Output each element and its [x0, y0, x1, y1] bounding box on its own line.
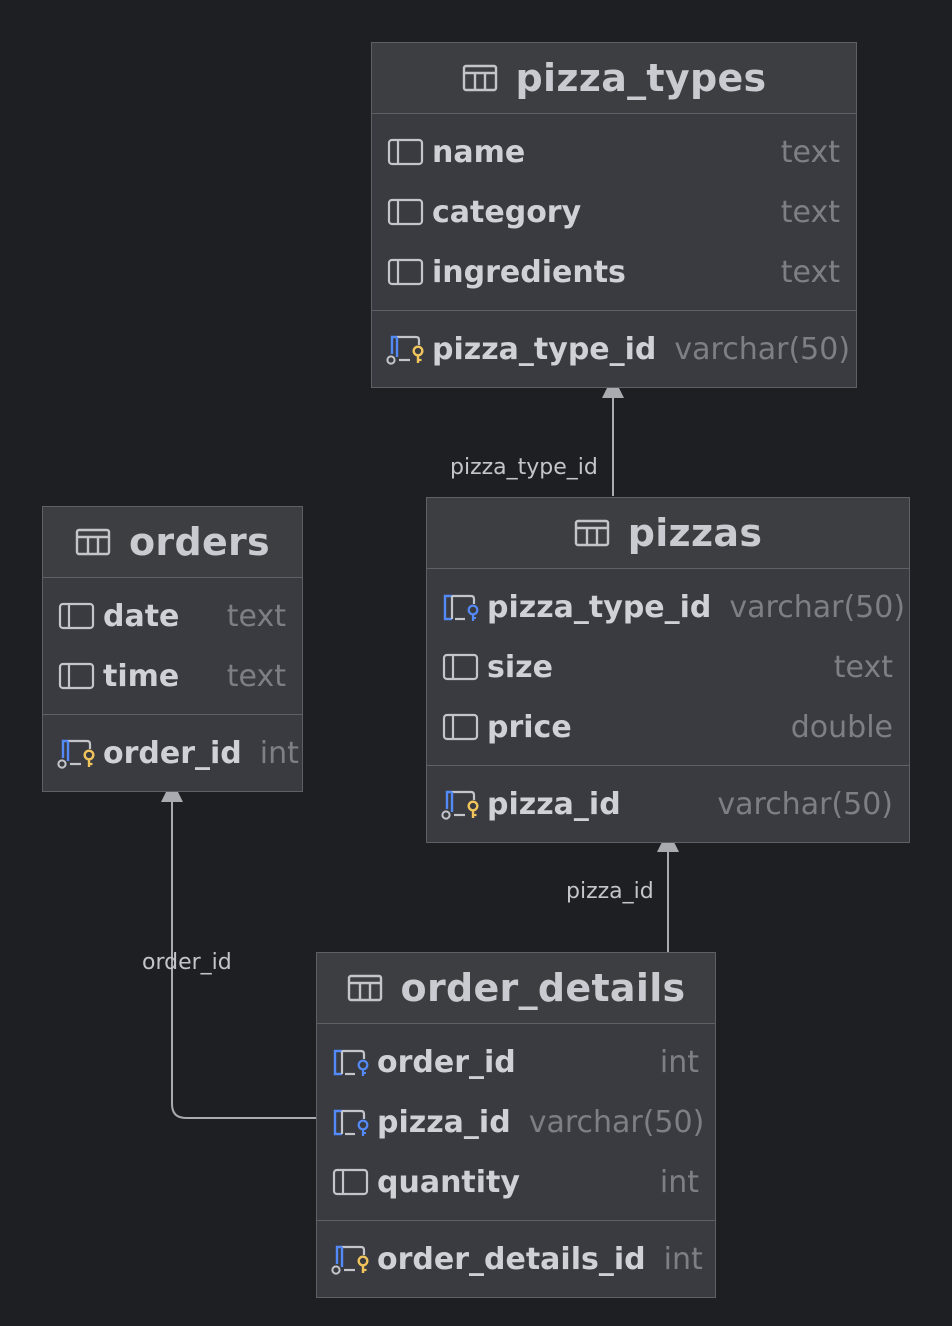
column-row-pizza-id[interactable]: pizza_id varchar(50): [317, 1092, 715, 1152]
table-orders[interactable]: orders date text time text order_id int: [42, 506, 303, 792]
column-type: varchar(50): [729, 589, 906, 625]
column-name: date: [103, 598, 180, 634]
column-row-name[interactable]: name text: [372, 122, 856, 182]
column-type: int: [659, 1164, 699, 1200]
column-row-ingredients[interactable]: ingredients text: [372, 242, 856, 302]
table-title: order_details: [400, 966, 686, 1010]
table-icon: [462, 64, 497, 92]
table-header[interactable]: pizza_types: [372, 43, 856, 114]
column-type: text: [780, 134, 840, 170]
table-icon: [574, 519, 609, 547]
table-icon: [75, 528, 111, 556]
table-pizza-types[interactable]: pizza_types name text category text ingredie…: [371, 42, 857, 388]
column-icon: [442, 713, 479, 741]
column-type: int: [659, 1044, 699, 1080]
link-label-pizza-id: pizza_id: [566, 879, 654, 904]
column-name: order_id: [377, 1044, 516, 1080]
er-diagram-canvas: pizza_type_id pizza_id order_id pizza_ty…: [0, 0, 952, 1326]
keys-section: order_id int: [43, 714, 302, 791]
column-type: double: [790, 709, 893, 745]
primary-key-icon: [331, 1245, 369, 1275]
column-icon: [58, 662, 95, 690]
column-type: text: [226, 598, 286, 634]
link-label-pizza-type-id: pizza_type_id: [450, 455, 598, 480]
column-row-date[interactable]: date text: [43, 586, 302, 646]
table-title: pizzas: [627, 511, 763, 555]
columns-section: date text time text: [43, 578, 302, 714]
column-icon: [442, 653, 479, 681]
column-type: text: [833, 649, 893, 685]
column-row-category[interactable]: category text: [372, 182, 856, 242]
column-icon: [332, 1168, 369, 1196]
primary-key-icon: [441, 790, 479, 820]
table-title: pizza_types: [515, 56, 767, 100]
column-row-order-details-id[interactable]: order_details_id int: [317, 1229, 715, 1289]
column-type: text: [780, 194, 840, 230]
column-row-size[interactable]: size text: [427, 637, 909, 697]
primary-key-icon: [57, 739, 95, 769]
column-name: time: [103, 658, 180, 694]
table-header[interactable]: order_details: [317, 953, 715, 1024]
column-row-pizza-type-id[interactable]: pizza_type_id varchar(50): [372, 319, 856, 379]
columns-section: pizza_type_id varchar(50) size text price dou…: [427, 569, 909, 765]
primary-key-icon: [386, 335, 424, 365]
column-type: int: [663, 1241, 703, 1277]
column-row-pizza-id[interactable]: pizza_id varchar(50): [427, 774, 909, 834]
foreign-key-icon: [443, 594, 479, 621]
table-pizzas[interactable]: pizzas pizza_type_id varchar(50) size text p…: [426, 497, 910, 843]
table-title: orders: [129, 520, 270, 564]
column-name: name: [432, 134, 526, 170]
column-name: quantity: [377, 1164, 520, 1200]
column-icon: [58, 602, 95, 630]
column-name: order_details_id: [377, 1241, 646, 1277]
column-row-price[interactable]: price double: [427, 697, 909, 757]
column-type: varchar(50): [674, 331, 851, 367]
column-row-quantity[interactable]: quantity int: [317, 1152, 715, 1212]
table-order-details[interactable]: order_details order_id int pizza_id varchar…: [316, 952, 716, 1298]
columns-section: order_id int pizza_id varchar(50) quantity in…: [317, 1024, 715, 1220]
column-type: text: [780, 254, 840, 290]
foreign-key-icon: [333, 1109, 369, 1136]
column-name: price: [487, 709, 572, 745]
column-type: int: [259, 735, 299, 771]
column-row-time[interactable]: time text: [43, 646, 302, 706]
foreign-key-icon: [333, 1049, 369, 1076]
column-name: pizza_id: [487, 786, 621, 822]
column-icon: [387, 258, 424, 286]
table-header[interactable]: pizzas: [427, 498, 909, 569]
keys-section: pizza_type_id varchar(50): [372, 310, 856, 387]
column-type: varchar(50): [528, 1104, 705, 1140]
column-name: ingredients: [432, 254, 626, 290]
keys-section: order_details_id int: [317, 1220, 715, 1297]
columns-section: name text category text ingredients text: [372, 114, 856, 310]
keys-section: pizza_id varchar(50): [427, 765, 909, 842]
column-icon: [387, 198, 424, 226]
column-row-order-id[interactable]: order_id int: [317, 1032, 715, 1092]
column-name: pizza_type_id: [487, 589, 712, 625]
column-row-pizza-type-id[interactable]: pizza_type_id varchar(50): [427, 577, 909, 637]
column-type: varchar(50): [717, 786, 893, 822]
column-name: pizza_id: [377, 1104, 511, 1140]
table-header[interactable]: orders: [43, 507, 302, 578]
table-icon: [347, 974, 382, 1002]
column-name: category: [432, 194, 582, 230]
column-type: text: [226, 658, 286, 694]
column-name: order_id: [103, 735, 242, 771]
link-label-order-id: order_id: [142, 950, 232, 975]
column-name: size: [487, 649, 553, 685]
column-name: pizza_type_id: [432, 331, 657, 367]
column-icon: [387, 138, 424, 166]
column-row-order-id[interactable]: order_id int: [43, 723, 302, 783]
